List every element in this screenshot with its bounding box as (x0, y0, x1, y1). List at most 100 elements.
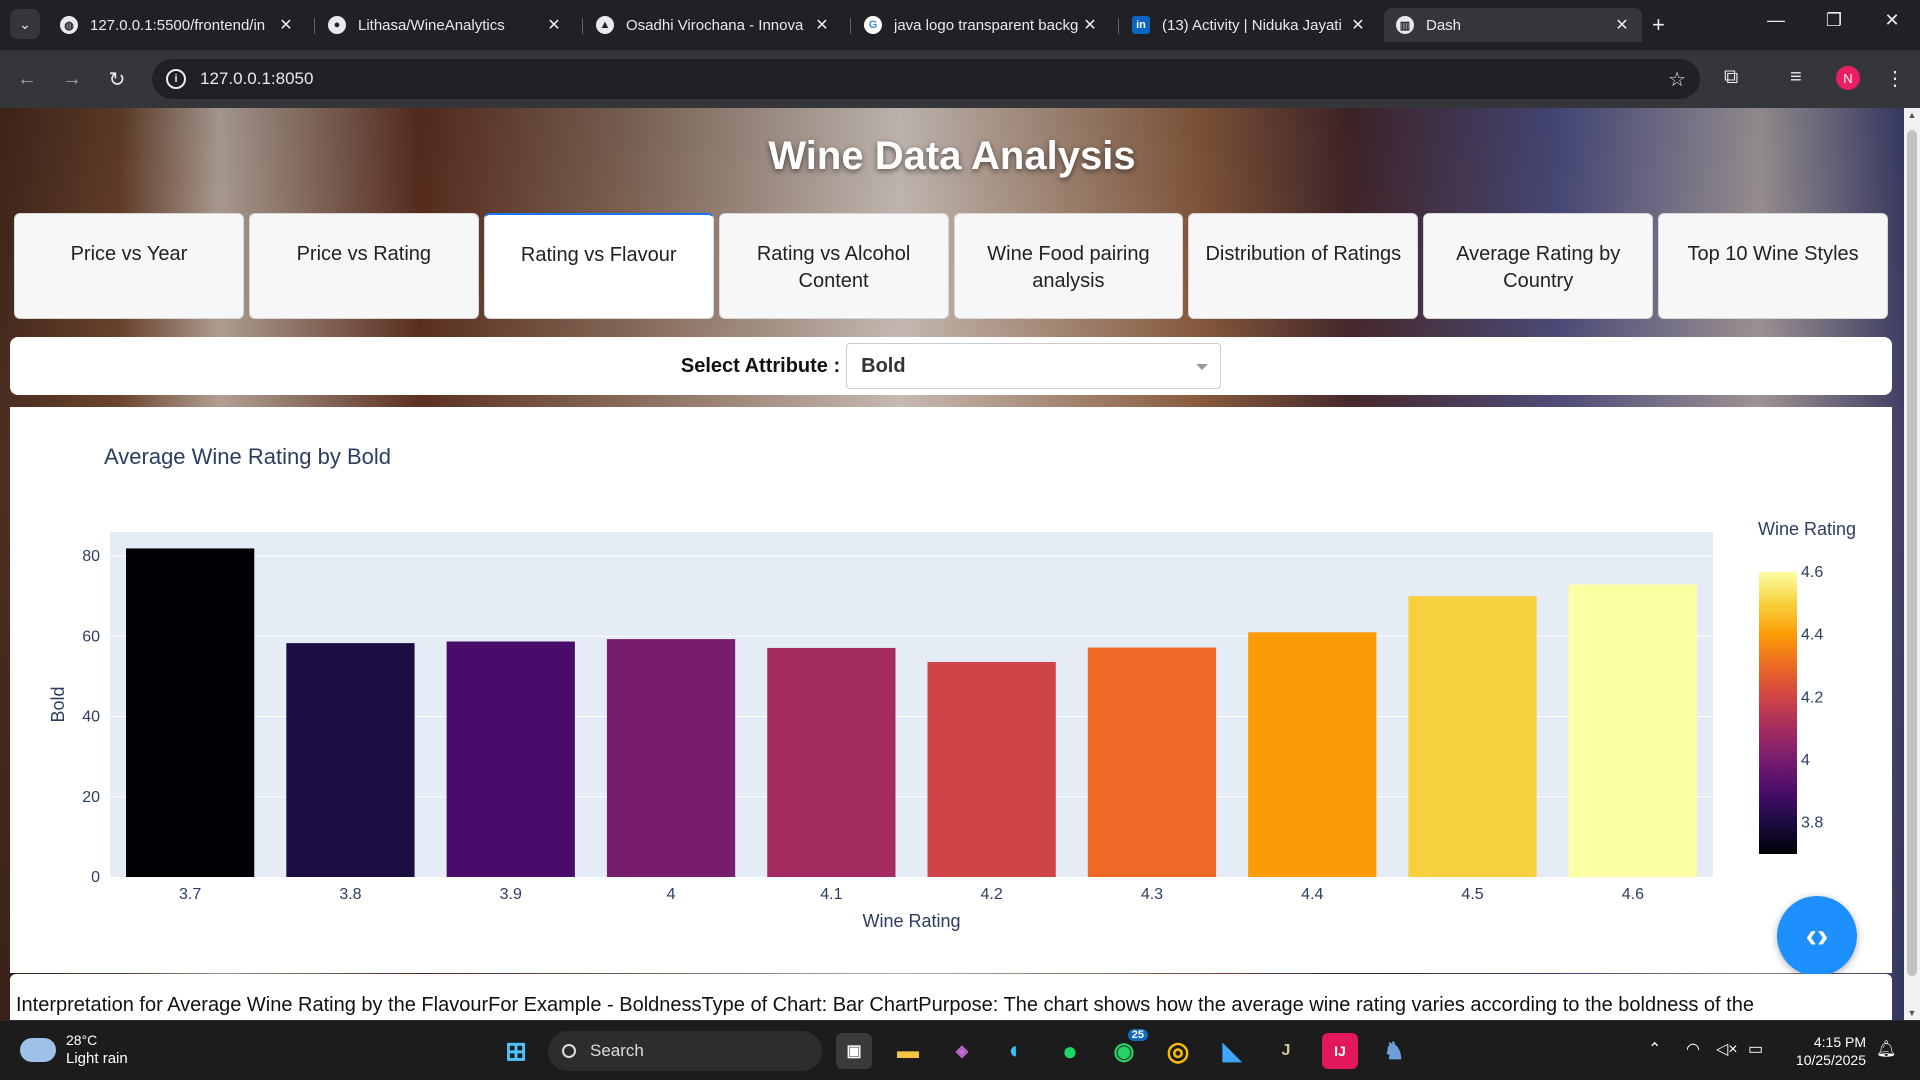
close-icon[interactable]: ✕ (276, 15, 296, 35)
file-explorer-icon[interactable]: ▬ (890, 1033, 926, 1069)
spotify-icon[interactable]: ● (1052, 1033, 1088, 1069)
jshell-icon[interactable]: J (1268, 1033, 1304, 1069)
scrollbar-thumb[interactable] (1907, 130, 1917, 976)
close-icon[interactable]: ✕ (812, 15, 832, 35)
browser-tab-strip: ⌄ ◍ 127.0.0.1:5500/frontend/in ✕ ● Litha… (0, 0, 1920, 50)
page-title: Wine Data Analysis (768, 134, 1136, 178)
extensions-icon[interactable]: ⧉ (1724, 66, 1738, 89)
tab-top-wine-styles[interactable]: Top 10 Wine Styles (1658, 213, 1888, 319)
close-icon[interactable]: ✕ (1348, 15, 1368, 35)
url-text: 127.0.0.1:8050 (200, 69, 314, 88)
colorbar-tick-label: 4.2 (1801, 689, 1823, 706)
copilot-icon[interactable]: ◈ (944, 1033, 980, 1069)
browser-tab-1[interactable]: ◍ 127.0.0.1:5500/frontend/in ✕ (48, 8, 306, 42)
close-icon[interactable]: ✕ (544, 15, 564, 35)
tab-distribution-ratings[interactable]: Distribution of Ratings (1188, 213, 1419, 319)
postgresql-icon[interactable]: ♞ (1376, 1033, 1412, 1069)
media-control-icon[interactable]: ≡ (1790, 66, 1802, 89)
colorbar (1759, 572, 1797, 854)
tray-chevron-icon[interactable]: ⌃ (1648, 1039, 1661, 1059)
intellij-icon[interactable]: IJ (1322, 1033, 1358, 1069)
rain-cloud-icon (20, 1038, 56, 1062)
menu-icon[interactable]: ⋮ (1885, 66, 1905, 91)
browser-tab-3[interactable]: ▲ Osadhi Virochana - Innova ✕ (584, 8, 842, 42)
browser-tab-2[interactable]: ● Lithasa/WineAnalytics ✕ (316, 8, 574, 42)
weather-widget[interactable]: 28°C Light rain (20, 1031, 128, 1069)
profile-avatar[interactable]: N (1836, 66, 1860, 90)
scroll-up-icon[interactable]: ▲ (1907, 110, 1917, 120)
back-icon[interactable]: ← (12, 64, 42, 94)
x-tick-label: 3.9 (500, 886, 522, 903)
scroll-down-icon[interactable]: ▼ (1907, 1008, 1917, 1018)
edge-icon[interactable]: ◐ (998, 1033, 1034, 1069)
vscode-icon[interactable]: ◣ (1214, 1033, 1250, 1069)
browser-tab-title: 127.0.0.1:5500/frontend/in (90, 16, 266, 34)
close-icon[interactable]: ✕ (1080, 15, 1100, 35)
task-view-icon[interactable]: ▣ (836, 1033, 872, 1069)
browser-tab-active[interactable]: ▥ Dash ✕ (1384, 8, 1642, 42)
wifi-icon[interactable]: ◠ (1686, 1039, 1700, 1059)
browser-toolbar: ← → ↻ i 127.0.0.1:8050 ☆ ⧉ ≡ N ⋮ (0, 50, 1920, 108)
site-info-icon[interactable]: i (166, 69, 186, 89)
close-icon[interactable]: ✕ (1612, 15, 1632, 35)
x-tick-label: 4.3 (1141, 886, 1163, 903)
volume-muted-icon[interactable]: ◁× (1716, 1039, 1738, 1059)
y-tick-label: 80 (82, 548, 100, 565)
y-tick-label: 20 (82, 789, 100, 806)
tab-rating-vs-flavour[interactable]: Rating vs Flavour (483, 213, 714, 319)
page-scrollbar[interactable]: ▲ ▼ (1904, 108, 1920, 1020)
address-bar[interactable]: i 127.0.0.1:8050 ☆ (152, 59, 1700, 99)
code-toggle-button[interactable]: ‹› (1777, 896, 1857, 976)
y-tick-label: 60 (82, 628, 100, 645)
attribute-dropdown[interactable]: Bold (846, 343, 1222, 389)
window-close-icon[interactable]: ✕ (1872, 10, 1912, 31)
browser-tab-4[interactable]: G java logo transparent backg ✕ (852, 8, 1110, 42)
tab-price-vs-rating[interactable]: Price vs Rating (248, 213, 479, 319)
chevron-down-icon (1196, 364, 1209, 370)
x-tick-label: 4.1 (820, 886, 842, 903)
bar (1087, 647, 1217, 877)
tab-divider (850, 18, 851, 34)
bar (1568, 584, 1697, 877)
tab-price-vs-year[interactable]: Price vs Year (14, 213, 244, 319)
analysis-tabs: Price vs Year Price vs Rating Rating vs … (14, 213, 1888, 319)
chrome-icon[interactable]: ◎ (1160, 1033, 1196, 1069)
taskbar-clock[interactable]: 4:15 PM 10/25/2025 (1782, 1033, 1866, 1069)
y-axis-title: Bold (48, 686, 68, 722)
restore-icon[interactable]: ❐ (1814, 10, 1854, 31)
browser-tab-5[interactable]: in (13) Activity | Niduka Jayati ✕ (1120, 8, 1378, 42)
notification-bell-icon[interactable]: 🔔︎ (1876, 1039, 1896, 1059)
tab-rating-vs-alcohol[interactable]: Rating vs Alcohol Content (718, 213, 949, 319)
weather-temperature: 28°C (66, 1032, 98, 1048)
bookmark-star-icon[interactable]: ☆ (1668, 67, 1686, 92)
forward-icon[interactable]: → (57, 64, 87, 94)
taskbar-search[interactable]: Search (548, 1031, 822, 1071)
windows-start-icon[interactable]: ⊞ (498, 1033, 534, 1069)
x-axis-title: Wine Rating (862, 911, 960, 931)
bar (927, 661, 1056, 877)
browser-tab-title: (13) Activity | Niduka Jayati (1162, 16, 1342, 34)
tab-rating-by-country[interactable]: Average Rating by Country (1423, 213, 1654, 319)
reload-icon[interactable]: ↻ (102, 64, 132, 94)
browser-tab-title: Dash (1426, 16, 1462, 34)
interpretation-text: Interpretation for Average Wine Rating b… (10, 974, 1892, 1020)
chart-card: 0 20 40 60 80 3.7 3.8 3.9 4 4.1 4.2 4.3 4.4 4.5 4.6 Ave… (10, 407, 1892, 973)
x-tick-label: 4.4 (1301, 886, 1323, 903)
tab-divider (314, 18, 315, 34)
tab-food-pairing[interactable]: Wine Food pairing analysis (953, 213, 1184, 319)
battery-icon[interactable]: ▭ (1748, 1039, 1763, 1059)
tab-search-button[interactable]: ⌄ (10, 9, 40, 39)
whatsapp-icon[interactable]: ◉ 25 (1106, 1029, 1148, 1069)
colorbar-tick-label: 3.8 (1801, 815, 1823, 832)
chart-title: Average Wine Rating by Bold (104, 444, 391, 469)
dash-icon: ▥ (1396, 16, 1414, 34)
tab-divider (582, 18, 583, 34)
new-tab-button[interactable]: + (1652, 12, 1665, 38)
weather-condition: Light rain (66, 1050, 128, 1067)
y-tick-label: 40 (82, 709, 100, 726)
clock-time: 4:15 PM (1813, 1034, 1866, 1050)
windows-taskbar: 28°C Light rain ⊞ Search ▣ ▬ ◈ ◐ ● ◉ 25 ◎… (0, 1020, 1920, 1080)
select-attribute-label: Select Attribute : (680, 354, 841, 377)
google-icon: G (864, 16, 882, 34)
minimize-icon[interactable]: — (1756, 10, 1796, 31)
